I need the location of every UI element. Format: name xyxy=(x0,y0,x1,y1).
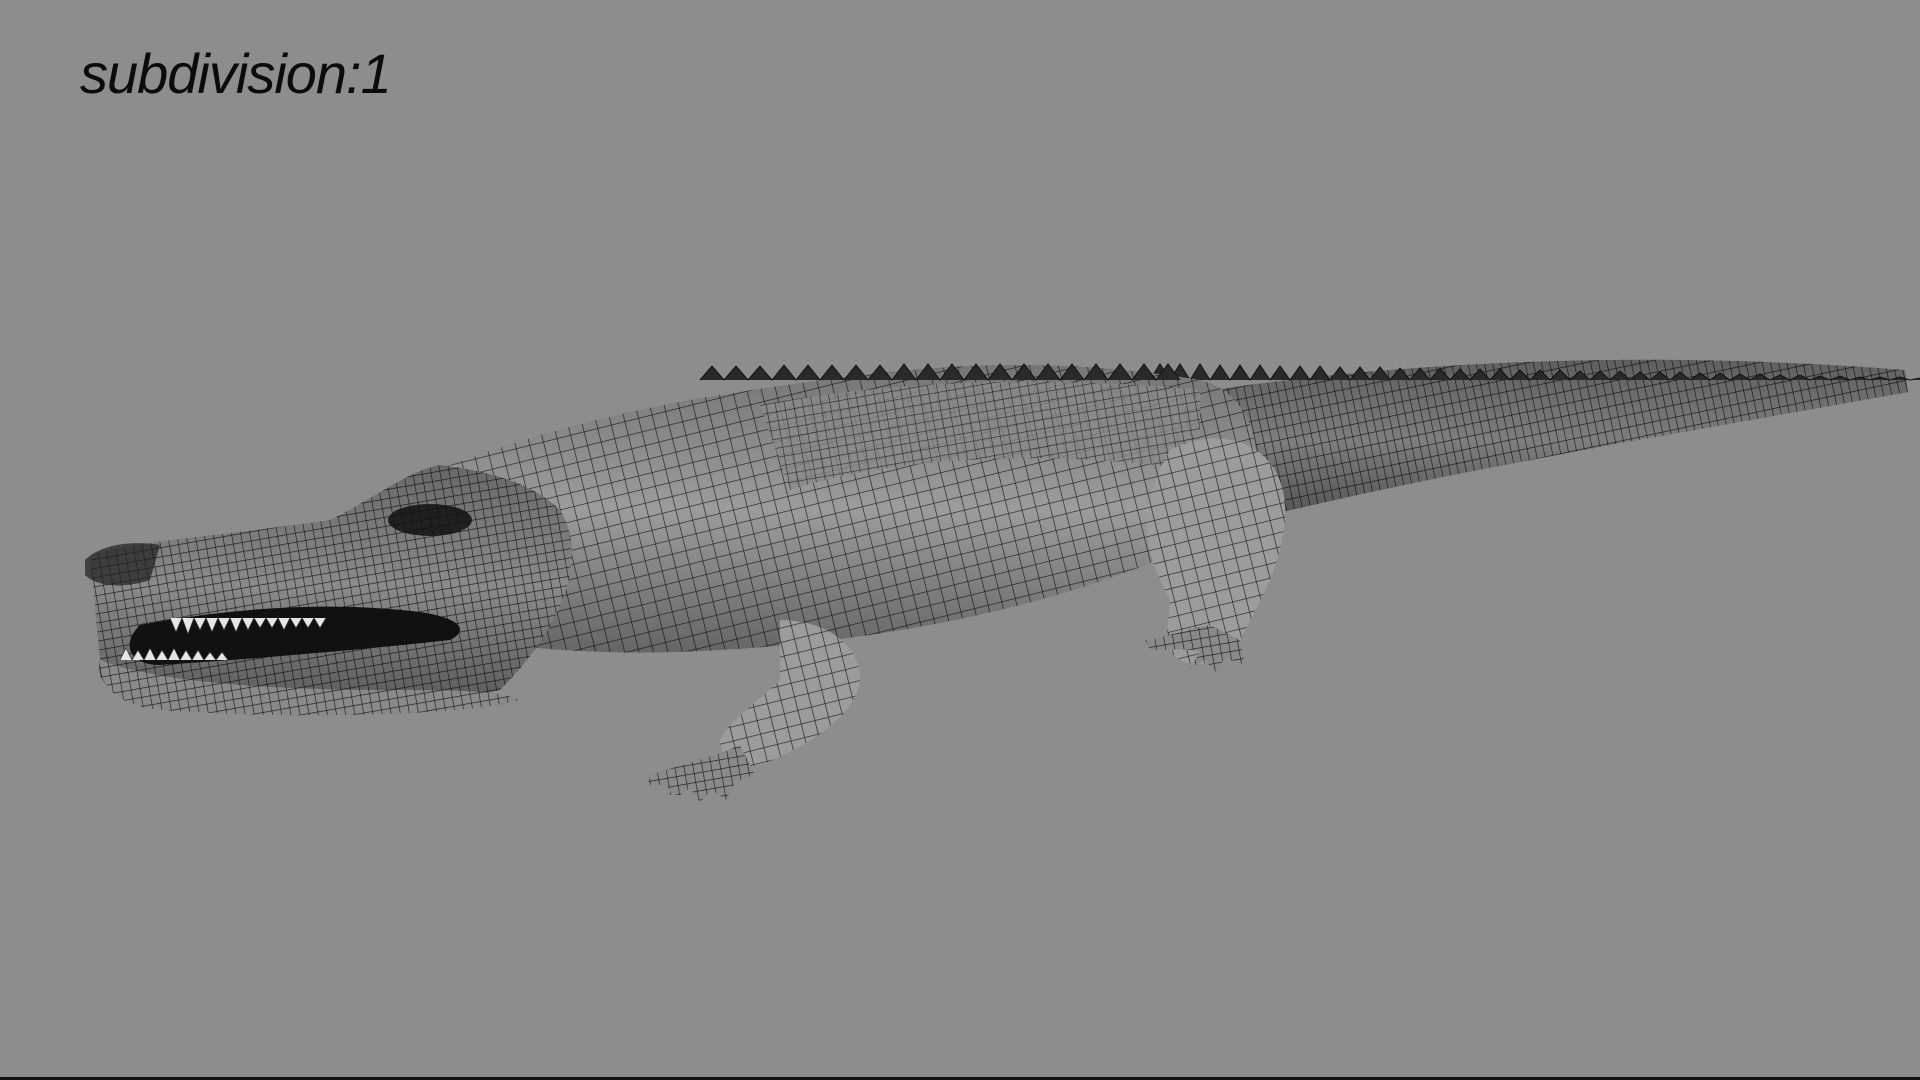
3d-viewport[interactable]: subdivision:1 xyxy=(0,0,1920,1080)
subdivision-level-label: subdivision:1 xyxy=(80,42,392,105)
head xyxy=(85,465,572,716)
hind-leg xyxy=(1145,438,1286,672)
alligator-wireframe-model[interactable] xyxy=(0,0,1920,1080)
